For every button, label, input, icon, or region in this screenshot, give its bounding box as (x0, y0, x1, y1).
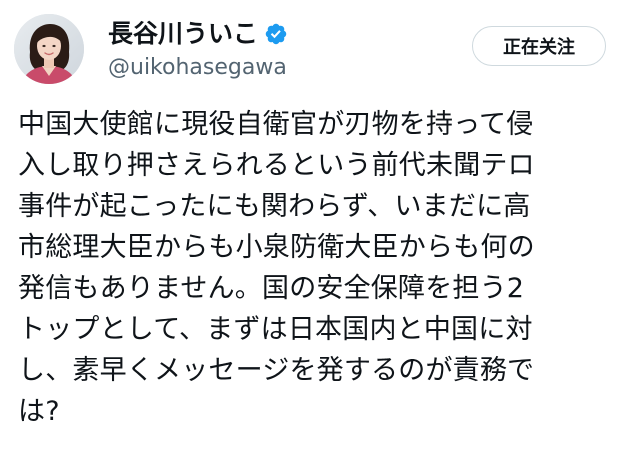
avatar[interactable] (14, 14, 84, 84)
tweet-text-line: トップとして、まずは日本国内と中国に対 (18, 314, 533, 345)
tweet-text-line: 入し取り押さえられるという前代未聞テロ (18, 150, 535, 181)
following-button[interactable]: 正在关注 (472, 26, 606, 66)
avatar-photo-icon (14, 14, 84, 84)
author-identity: 長谷川ういこ @uikohasegawa (108, 17, 288, 83)
tweet-text-line: 事件が起こったにも関わらず、いまだに高 (18, 191, 531, 222)
tweet-text-line: 発信もありません。国の安全保障を担う2 (18, 273, 525, 304)
author-handle[interactable]: @uikohasegawa (108, 53, 288, 83)
tweet-text-line: 市総理大臣からも小泉防衛大臣からも何の (18, 232, 535, 263)
tweet-text: 中国大使館に現役自衛官が刃物を持って侵 入し取り押さえられるという前代未聞テロ … (18, 104, 622, 432)
verified-badge-icon (264, 22, 288, 46)
name-row: 長谷川ういこ (108, 17, 288, 51)
tweet-text-line: 中国大使館に現役自衛官が刃物を持って侵 (18, 109, 534, 140)
tweet-text-line: し、素早くメッセージを発するのが責務で (18, 355, 535, 386)
display-name[interactable]: 長谷川ういこ (108, 17, 258, 51)
tweet-text-line: は? (18, 396, 60, 427)
tweet-card: 長谷川ういこ @uikohasegawa 正在关注 中国大使館に現役自衛官が刃物… (0, 0, 630, 467)
